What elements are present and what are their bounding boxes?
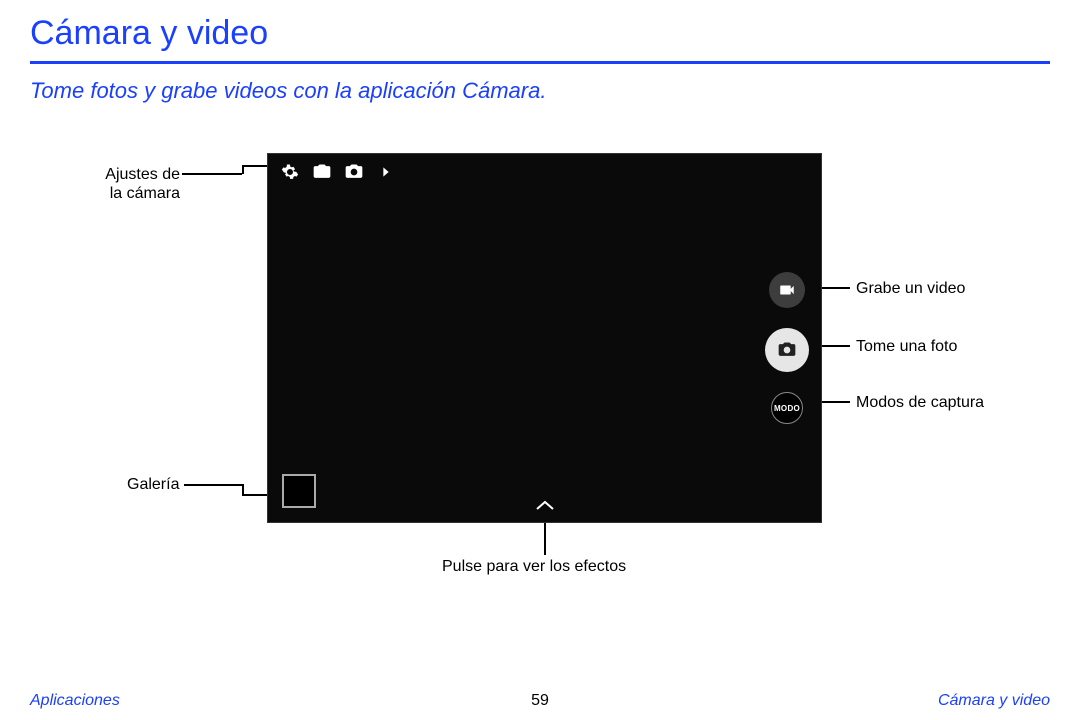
- callout-modes-label: Modos de captura: [856, 393, 984, 412]
- mode-button[interactable]: MODO: [771, 392, 803, 424]
- callout-settings-hline: [182, 173, 242, 175]
- camera-right-controls: MODO: [765, 272, 809, 424]
- callout-effects-vline: [544, 521, 546, 555]
- callout-capture-label: Tome una foto: [856, 337, 957, 356]
- callout-effects-label: Pulse para ver los efectos: [442, 557, 626, 576]
- callout-record-label: Grabe un video: [856, 279, 965, 298]
- callout-gallery-label: Galería: [127, 475, 179, 494]
- page-subtitle: Tome fotos y grabe videos con la aplicac…: [30, 78, 1050, 104]
- camera-small-icon[interactable]: [344, 162, 364, 182]
- camera-toolbar: [280, 162, 396, 182]
- video-icon: [778, 281, 796, 299]
- callout-gallery-vline: [242, 484, 244, 494]
- page-footer: Aplicaciones 59 Cámara y video: [30, 692, 1050, 710]
- chevron-right-icon[interactable]: [376, 162, 396, 182]
- footer-right: Cámara y video: [938, 692, 1050, 710]
- page: Cámara y video Tome fotos y grabe videos…: [0, 0, 1080, 720]
- page-title: Cámara y video: [30, 14, 1050, 59]
- callout-gallery-hline: [184, 484, 242, 486]
- record-video-button[interactable]: [769, 272, 805, 308]
- chevron-up-icon: [532, 499, 558, 511]
- footer-page-number: 59: [531, 692, 549, 710]
- camera-icon: [777, 340, 797, 360]
- camera-diagram: Ajustes de la cámara Galería Pulse para …: [30, 135, 1050, 615]
- gear-icon[interactable]: [280, 162, 300, 182]
- effects-handle[interactable]: [532, 498, 558, 516]
- switch-camera-icon[interactable]: [312, 162, 332, 182]
- mode-button-label: MODO: [774, 404, 800, 413]
- camera-app-screenshot: MODO: [267, 153, 822, 523]
- gallery-thumbnail-button[interactable]: [282, 474, 316, 508]
- callout-capture-line: [820, 345, 850, 347]
- title-divider: [30, 61, 1050, 64]
- take-photo-button[interactable]: [765, 328, 809, 372]
- footer-left: Aplicaciones: [30, 692, 120, 710]
- callout-settings-label: Ajustes de la cámara: [98, 165, 180, 203]
